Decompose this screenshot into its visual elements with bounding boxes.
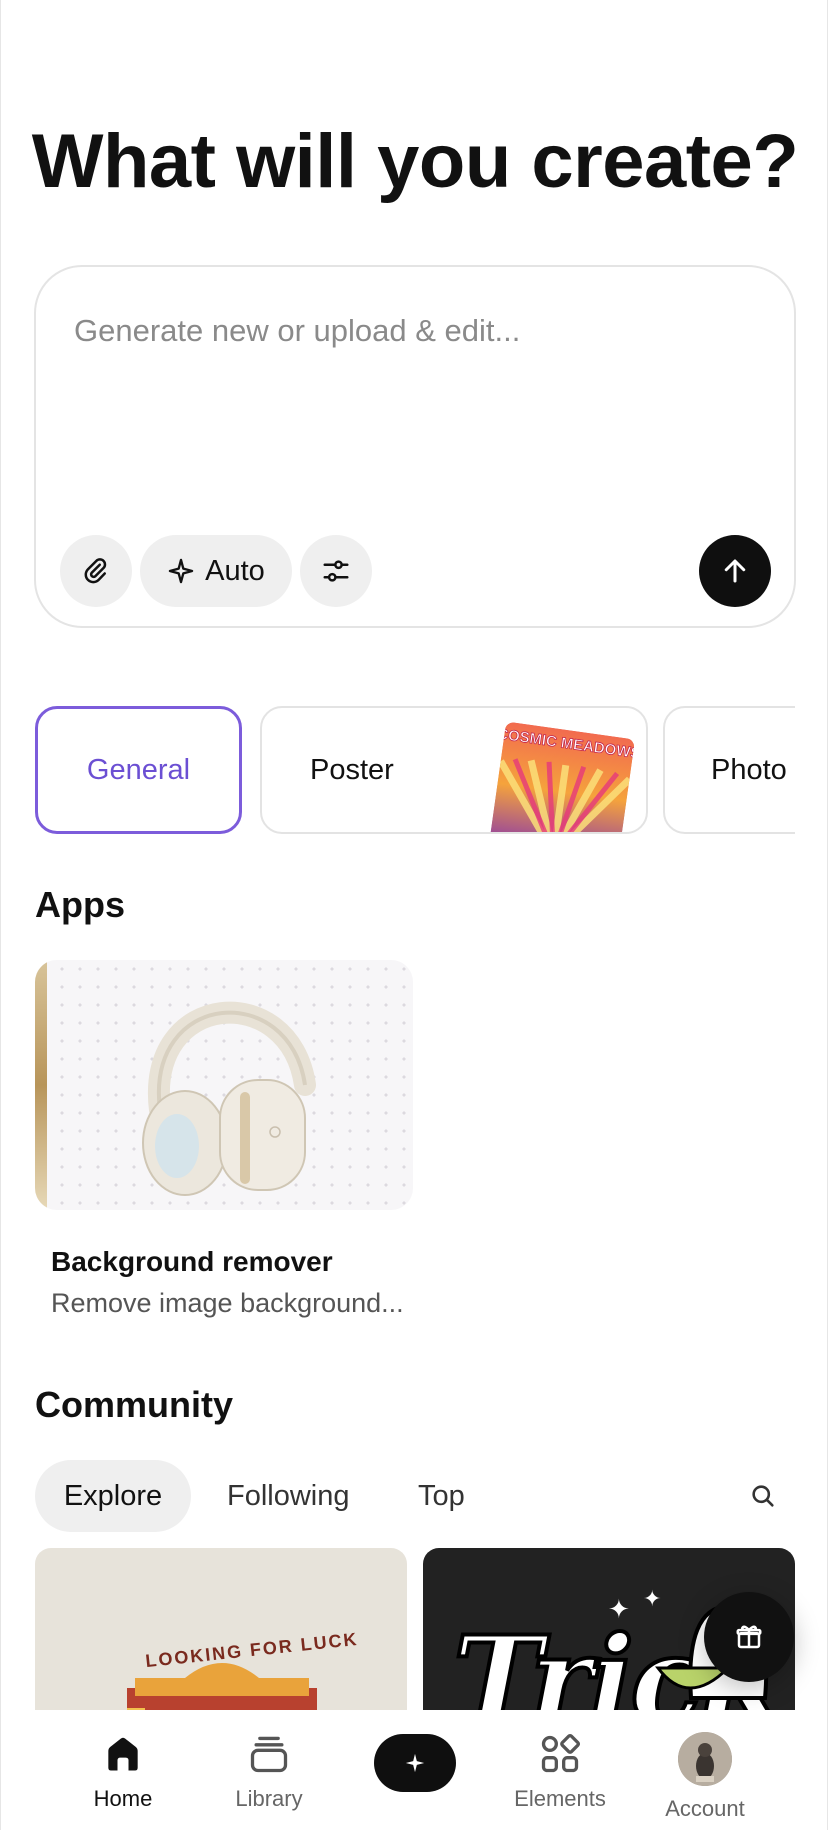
create-button[interactable] [374,1734,456,1792]
tab-top[interactable]: Top [418,1460,465,1532]
tab-explore[interactable]: Explore [35,1460,191,1532]
community-heading: Community [35,1384,233,1425]
attach-button[interactable] [60,535,132,607]
style-photo-label: Photo [711,754,787,786]
community-search-button[interactable] [741,1474,785,1518]
nav-elements-label: Elements [514,1786,606,1811]
gift-button[interactable] [704,1592,794,1682]
svg-text:✦: ✦ [608,1594,630,1624]
gift-icon [736,1625,762,1649]
avatar-image [678,1732,732,1786]
sliders-icon [323,560,349,582]
tab-following[interactable]: Following [227,1460,350,1532]
app-screen: What will you create? Auto [0,0,828,1830]
style-poster-label: Poster [310,754,394,786]
app-title: Background remover [51,1246,333,1277]
apps-heading: Apps [35,884,125,925]
library-icon [250,1736,288,1773]
style-photo[interactable]: Photo [663,706,795,834]
nav-library[interactable]: Library [209,1732,329,1812]
poster-thumbnail: COSMIC MEADOWS [489,721,635,832]
poster-rays: COSMIC MEADOWS [489,721,635,832]
page-title: What will you create? [31,119,799,204]
style-general[interactable]: General [35,706,242,834]
paperclip-icon [84,558,107,584]
style-selector: General Poster COSMIC MEADOWS Photo [35,706,795,834]
style-general-label: General [86,753,191,786]
prompt-box[interactable]: Auto [34,265,796,628]
community-tabs: Explore Following Top [35,1460,795,1532]
auto-mode-label: Auto [205,554,265,587]
prompt-input[interactable] [74,301,754,361]
nav-account-label: Account [665,1796,745,1821]
auto-mode-button[interactable]: Auto [140,535,292,607]
svg-text:✦: ✦ [643,1586,661,1611]
nav-home-label: Home [93,1786,153,1811]
sparkle-icon [168,558,194,584]
arrow-up-icon [724,559,746,583]
style-poster[interactable]: Poster COSMIC MEADOWS [260,706,648,834]
send-button[interactable] [699,535,771,607]
elements-icon [541,1733,581,1773]
nav-home[interactable]: Home [63,1732,183,1812]
avatar [678,1732,732,1786]
nav-account[interactable]: Account [645,1732,765,1822]
home-icon [108,1737,138,1771]
sparkle-icon [405,1753,425,1773]
search-icon [752,1485,774,1507]
nav-library-label: Library [235,1786,303,1811]
nav-elements[interactable]: Elements [500,1732,620,1812]
settings-button[interactable] [300,535,372,607]
bottom-nav: Home Library Elements Account [1,1710,827,1830]
app-card-background-remover[interactable] [35,960,413,1210]
headphones-image [142,1001,316,1196]
app-subtitle: Remove image background... [51,1288,404,1318]
